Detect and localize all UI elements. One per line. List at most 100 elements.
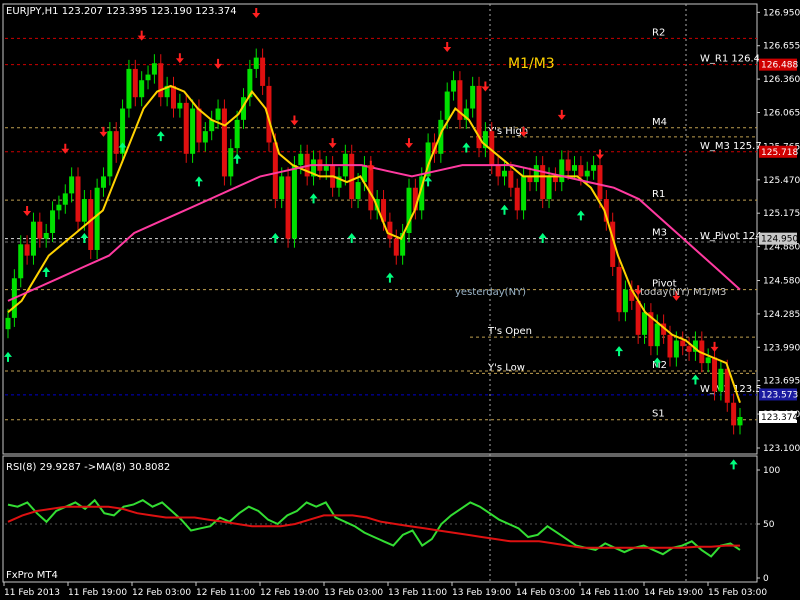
down-arrow-33	[214, 58, 223, 69]
down-arrow-93	[595, 149, 604, 160]
rsi-panel: 100 50 0	[5, 466, 780, 584]
x-tick-label-5: 13 Feb 03:00	[324, 588, 383, 598]
x-tick-label-8: 14 Feb 03:00	[516, 588, 575, 598]
price-tag-text-3: 123.573	[761, 390, 798, 400]
candle-body-80	[514, 187, 520, 211]
x-tick-label-1: 11 Feb 19:00	[68, 588, 127, 598]
main-panel-frame	[2, 3, 758, 455]
y-tick-label-0: 126.950	[763, 8, 800, 18]
candle-body-87	[559, 159, 565, 183]
up-arrow-108	[691, 374, 700, 385]
candle-body-14	[94, 187, 100, 250]
candle-body-23	[151, 63, 157, 75]
y-tick-label-1: 126.655	[763, 42, 800, 52]
candle-body-28	[183, 102, 189, 154]
candle-body-93	[597, 165, 603, 200]
level-label-12: W_M2 123.5	[700, 384, 762, 395]
candle-body-12	[81, 199, 87, 222]
candle-body-21	[139, 80, 145, 98]
up-arrow-48	[309, 193, 318, 204]
y-tick-label-13: 123.100	[763, 444, 800, 454]
down-arrow-69	[443, 41, 452, 52]
rsi-tick-label-0: 100	[763, 466, 780, 476]
x-tick-label-4: 12 Feb 19:00	[260, 588, 319, 598]
x-tick-label-6: 13 Feb 11:00	[388, 588, 447, 598]
rsi-tick-label-2: 0	[763, 574, 769, 584]
level-label-4: R1	[652, 189, 665, 200]
candle-body-90	[578, 165, 584, 177]
x-tick-label-11: 15 Feb 03:00	[708, 588, 767, 598]
candle-body-105	[673, 340, 679, 358]
candle-body-4	[30, 221, 36, 256]
m1m3-title: M1/M3	[508, 56, 555, 72]
candle-body-33	[215, 108, 221, 120]
level-label-1: W_R1 126.4	[700, 54, 760, 65]
candle-body-91	[584, 170, 590, 177]
ma-slow-line	[7, 164, 741, 302]
level-label-2: M4	[652, 117, 667, 128]
candle-body-77	[495, 165, 501, 177]
down-arrow-63	[405, 138, 414, 149]
y-tick-label-11: 123.695	[763, 377, 800, 387]
candle-body-43	[279, 176, 285, 200]
down-arrow-39	[252, 8, 261, 18]
candle-body-110	[705, 357, 711, 364]
level-label-0: R2	[652, 27, 665, 38]
candle-body-20	[132, 68, 138, 98]
down-arrow-75	[481, 81, 490, 92]
candles	[5, 48, 743, 435]
main-header: EURJPY,H1 123.207 123.395 123.190 123.37…	[6, 6, 237, 17]
candle-body-85	[546, 176, 552, 200]
down-arrow-3	[23, 206, 32, 217]
up-arrow-60	[385, 272, 394, 283]
candle-body-5	[37, 221, 43, 239]
candle-body-111	[712, 357, 718, 392]
candle-body-78	[501, 170, 507, 177]
x-tick-label-3: 12 Feb 11:00	[196, 588, 255, 598]
candle-body-73	[470, 85, 476, 109]
candle-body-54	[349, 153, 355, 200]
up-arrow-24	[156, 131, 165, 142]
down-arrow-51	[328, 138, 337, 149]
candle-body-17	[113, 131, 119, 154]
up-arrow-54	[347, 233, 356, 243]
candle-body-9	[62, 193, 68, 205]
candle-body-36	[234, 119, 240, 149]
up-arrow-0	[4, 351, 12, 362]
down-arrow-45	[290, 115, 299, 126]
rsi-tick-label-1: 50	[763, 520, 775, 530]
candle-body-60	[387, 221, 393, 239]
x-tick-label-10: 14 Feb 19:00	[644, 588, 703, 598]
candle-body-84	[540, 165, 546, 200]
up-arrow-42	[271, 233, 280, 243]
y-tick-label-8: 124.580	[763, 277, 800, 287]
candle-body-29	[190, 108, 196, 154]
y-tick-label-9: 124.285	[763, 310, 800, 320]
up-arrow-90	[576, 210, 585, 221]
rsi-panel-frame	[2, 455, 758, 583]
candle-body-96	[616, 266, 622, 313]
y-tick-label-5: 125.470	[763, 176, 800, 186]
candle-body-22	[145, 74, 151, 81]
candle-body-19	[126, 68, 132, 109]
broker-label: FxPro MT4	[6, 570, 58, 581]
candle-body-10	[69, 176, 75, 194]
level-label-9: T's Open	[487, 326, 532, 337]
candle-body-70	[451, 80, 457, 92]
level-label-6: W_Pivot 124.	[700, 231, 765, 242]
candle-body-11	[75, 176, 81, 222]
y-tick-label-3: 126.065	[763, 108, 800, 118]
session-label-yesterday: yesterday(NY)	[455, 287, 526, 298]
candle-body-61	[393, 238, 399, 256]
candle-body-26	[170, 85, 176, 109]
time-axis: 11 Feb 2013 11 Feb 19:00 12 Feb 03:00 12 Fe…	[3, 582, 767, 598]
level-label-3: W_M3 125.7	[700, 141, 762, 152]
candle-body-13	[88, 199, 94, 250]
price-tag-text-4: 123.374	[761, 413, 798, 423]
candle-body-3	[24, 244, 30, 256]
up-arrow-72	[462, 142, 471, 153]
price-tag-text-1: 125.718	[761, 148, 798, 158]
candle-body-114	[731, 402, 737, 426]
candle-body-30	[196, 108, 202, 143]
candle-body-27	[177, 102, 183, 109]
